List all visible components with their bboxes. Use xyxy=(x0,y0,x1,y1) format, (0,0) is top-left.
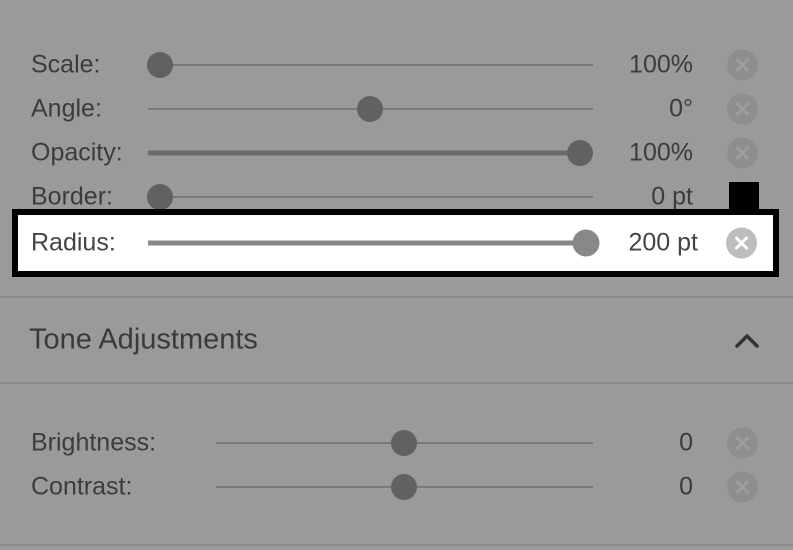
adjustments-panel: Scale: 100% Angle: 0° Opacity: 100% Bord… xyxy=(0,0,793,550)
close-circle-icon xyxy=(736,146,749,160)
contrast-row: Contrast: 0 xyxy=(0,465,793,509)
opacity-row: Opacity: 100% xyxy=(0,131,793,175)
angle-reset-button[interactable] xyxy=(727,93,758,125)
opacity-label: Opacity: xyxy=(31,138,123,167)
close-circle-icon xyxy=(735,236,748,250)
close-circle-icon xyxy=(736,480,749,494)
contrast-value: 0 xyxy=(679,472,693,501)
tone-adjustments-header[interactable]: Tone Adjustments xyxy=(0,297,793,383)
radius-reset-button[interactable] xyxy=(726,227,757,259)
border-label: Border: xyxy=(31,182,113,211)
close-circle-icon xyxy=(736,58,749,72)
border-color-swatch[interactable] xyxy=(729,182,759,212)
scale-slider-thumb[interactable] xyxy=(147,52,173,78)
radius-slider-track[interactable] xyxy=(148,240,586,246)
opacity-slider-thumb[interactable] xyxy=(567,140,593,166)
brightness-label: Brightness: xyxy=(31,428,157,457)
section-divider xyxy=(0,544,793,546)
opacity-slider-track[interactable] xyxy=(148,150,580,156)
scale-value: 100% xyxy=(629,50,693,79)
scale-slider-track[interactable] xyxy=(160,64,593,66)
brightness-slider-thumb[interactable] xyxy=(391,430,417,456)
contrast-label: Contrast: xyxy=(31,472,133,501)
section-title: Tone Adjustments xyxy=(29,323,258,356)
angle-slider-thumb[interactable] xyxy=(357,96,383,122)
contrast-reset-button[interactable] xyxy=(727,471,758,503)
radius-slider-thumb[interactable] xyxy=(572,229,600,257)
contrast-slider-thumb[interactable] xyxy=(391,474,417,500)
opacity-value: 100% xyxy=(629,138,693,167)
radius-row: Radius: 200 pt xyxy=(18,215,773,271)
opacity-reset-button[interactable] xyxy=(727,137,758,169)
brightness-row: Brightness: 0 xyxy=(0,421,793,465)
close-circle-icon xyxy=(736,436,749,450)
brightness-reset-button[interactable] xyxy=(727,427,758,459)
radius-value: 200 pt xyxy=(628,228,698,257)
radius-label: Radius: xyxy=(31,228,116,257)
angle-value: 0° xyxy=(669,94,693,123)
close-circle-icon xyxy=(736,102,749,116)
scale-label: Scale: xyxy=(31,50,101,79)
chevron-up-icon[interactable] xyxy=(733,329,761,351)
angle-label: Angle: xyxy=(31,94,102,123)
section-divider xyxy=(0,382,793,384)
border-value: 0 pt xyxy=(651,182,693,211)
brightness-value: 0 xyxy=(679,428,693,457)
angle-row: Angle: 0° xyxy=(0,87,793,131)
scale-row: Scale: 100% xyxy=(0,43,793,87)
scale-reset-button[interactable] xyxy=(727,49,758,81)
radius-row-highlight: Radius: 200 pt xyxy=(12,209,779,277)
border-slider-track[interactable] xyxy=(160,196,593,198)
border-slider-thumb[interactable] xyxy=(147,184,173,210)
